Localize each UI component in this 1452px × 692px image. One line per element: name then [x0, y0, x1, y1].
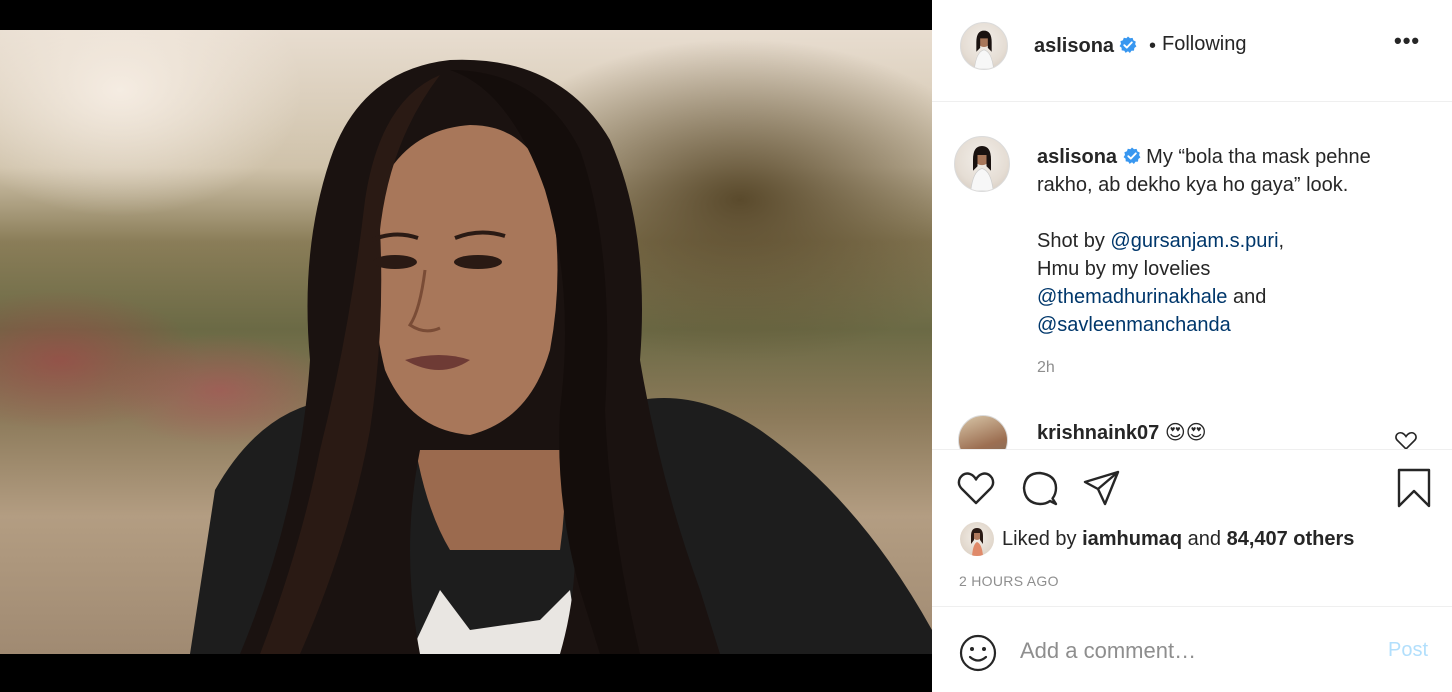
comment-item: krishnaink07 😍😍 — [1037, 420, 1207, 445]
comma-text: , — [1278, 230, 1285, 252]
post-caption: aslisona My “bola tha mask pehne rakho, … — [1037, 143, 1417, 339]
heart-small-icon[interactable] — [1394, 429, 1418, 449]
hmu-text: Hmu by my lovelies — [1037, 258, 1211, 280]
mention-link[interactable]: @themadhurinakhale — [1037, 286, 1227, 308]
author-username[interactable]: aslisona — [1034, 35, 1114, 58]
post-photo[interactable] — [0, 30, 932, 654]
post-header: aslisona • Following ••• — [932, 0, 1452, 102]
avatar-figure — [971, 528, 983, 556]
avatar-figure — [974, 30, 994, 69]
comment-composer: Post — [932, 606, 1452, 692]
likes-count-button[interactable]: 84,407 others — [1227, 528, 1355, 550]
following-button[interactable]: Following — [1162, 33, 1246, 56]
liker-username[interactable]: iamhumaq — [1082, 528, 1182, 550]
caption-credits: Shot by @gursanjam.s.puri, Hmu by my lov… — [1037, 227, 1417, 339]
liker-avatar[interactable] — [960, 522, 994, 556]
more-options-icon[interactable]: ••• — [1394, 28, 1420, 54]
follow-separator: • — [1149, 35, 1157, 57]
comment-text: 😍😍 — [1164, 422, 1207, 444]
mention-link[interactable]: @savleenmanchanda — [1037, 314, 1231, 336]
verified-badge-icon — [1123, 147, 1141, 164]
verified-badge-icon — [1119, 36, 1137, 57]
comments-section[interactable]: aslisona My “bola tha mask pehne rakho, … — [932, 103, 1452, 449]
shot-by-label: Shot by — [1037, 230, 1111, 252]
likes-prefix: Liked by — [1002, 528, 1083, 550]
post-timestamp[interactable]: 2 HOURS AGO — [959, 573, 1059, 589]
comment-username[interactable]: krishnaink07 — [1037, 422, 1159, 444]
caption-username[interactable]: aslisona — [1037, 146, 1117, 168]
post-comment-button[interactable]: Post — [1388, 639, 1428, 662]
likes-summary: Liked by iamhumaq and 84,407 others — [1002, 528, 1354, 551]
emoji-icon[interactable] — [958, 633, 998, 673]
mention-link[interactable]: @gursanjam.s.puri — [1110, 230, 1278, 252]
share-icon[interactable] — [1082, 468, 1122, 508]
comment-icon[interactable] — [1020, 468, 1060, 508]
commenter-avatar[interactable] — [958, 415, 1008, 449]
comment-input[interactable] — [1020, 631, 1360, 671]
post-media[interactable] — [0, 0, 932, 692]
and-text: and — [1227, 286, 1267, 308]
bookmark-icon[interactable] — [1394, 468, 1434, 508]
heart-icon[interactable] — [956, 468, 996, 508]
post-actions: Liked by iamhumaq and 84,407 others 2 HO… — [932, 449, 1452, 606]
portrait-figure — [190, 59, 932, 654]
caption-time[interactable]: 2h — [1037, 359, 1055, 377]
caption-author-avatar[interactable] — [954, 136, 1010, 192]
author-avatar[interactable] — [960, 22, 1008, 70]
likes-and: and — [1182, 528, 1227, 550]
post-sidebar: aslisona • Following ••• aslisona My “bo… — [932, 0, 1452, 692]
avatar-figure — [970, 146, 994, 191]
